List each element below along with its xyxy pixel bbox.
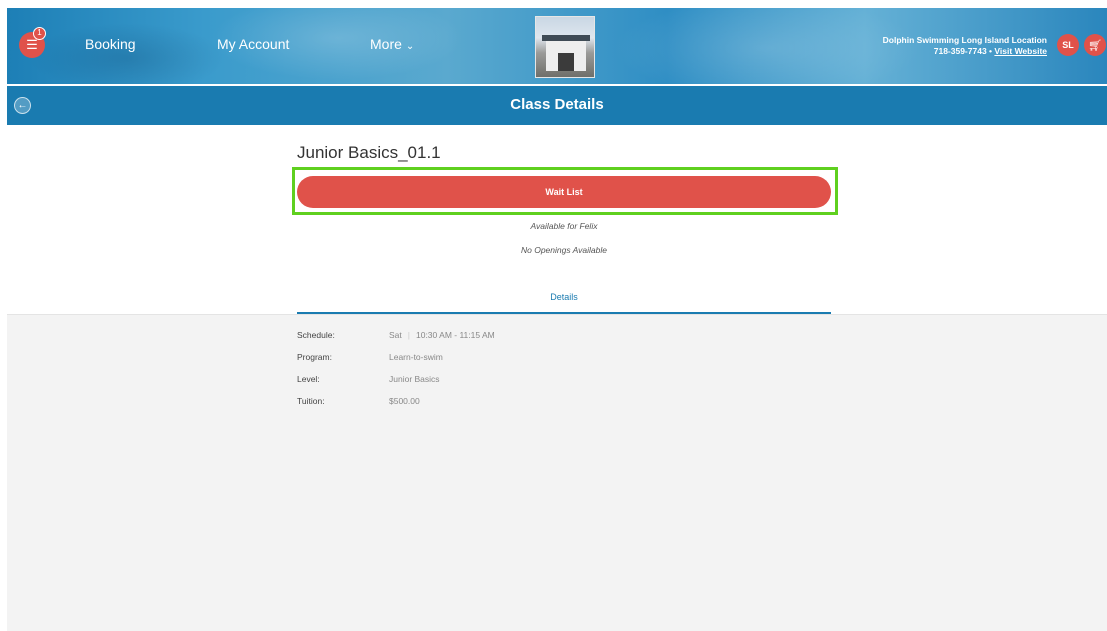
app-frame: ☰ 1 Booking My Account More ⌄ Dolphin Swi…	[7, 8, 1107, 631]
class-name: Junior Basics_01.1	[297, 143, 441, 162]
location-phone[interactable]: 718-359-7743	[934, 46, 987, 56]
location-info: Dolphin Swimming Long Island Location 71…	[883, 35, 1047, 57]
title-bar: ← Class Details	[7, 86, 1107, 125]
divider: |	[407, 330, 410, 340]
location-name: Dolphin Swimming Long Island Location	[882, 35, 1047, 45]
program-value: Learn-to-swim	[389, 352, 443, 362]
level-label: Level:	[297, 374, 320, 384]
nav-booking[interactable]: Booking	[85, 36, 136, 52]
nav-my-account[interactable]: My Account	[217, 36, 289, 52]
page-title: Class Details	[510, 96, 604, 113]
schedule-value: Sat | 10:30 AM - 11:15 AM	[389, 330, 495, 340]
user-avatar[interactable]: SL	[1057, 34, 1079, 56]
cart-icon: 🛒︎	[1088, 39, 1102, 52]
tuition-label: Tuition:	[297, 396, 325, 406]
chevron-down-icon: ⌄	[405, 41, 415, 52]
program-label: Program:	[297, 352, 332, 362]
level-value: Junior Basics	[389, 374, 440, 384]
location-separator: •	[989, 46, 993, 56]
nav-more[interactable]: More ⌄	[370, 36, 414, 52]
wait-list-button[interactable]: Wait List	[297, 176, 831, 208]
schedule-day: Sat	[389, 330, 402, 340]
schedule-time: 10:30 AM - 11:15 AM	[415, 330, 495, 340]
schedule-label: Schedule:	[297, 330, 335, 340]
tab-details[interactable]: Details	[297, 292, 831, 302]
tuition-value: $500.00	[389, 396, 420, 406]
top-navigation: ☰ 1 Booking My Account More ⌄ Dolphin Swi…	[7, 8, 1107, 84]
nav-more-label: More	[370, 36, 402, 52]
details-panel	[7, 314, 1107, 631]
openings-text: No Openings Available	[520, 245, 607, 255]
availability-text: Available for Felix	[530, 221, 598, 231]
location-logo[interactable]	[535, 16, 595, 78]
notification-badge: 1	[33, 27, 46, 40]
visit-website-link[interactable]: Visit Website	[994, 46, 1047, 56]
cart-button[interactable]: 🛒︎	[1084, 34, 1106, 56]
